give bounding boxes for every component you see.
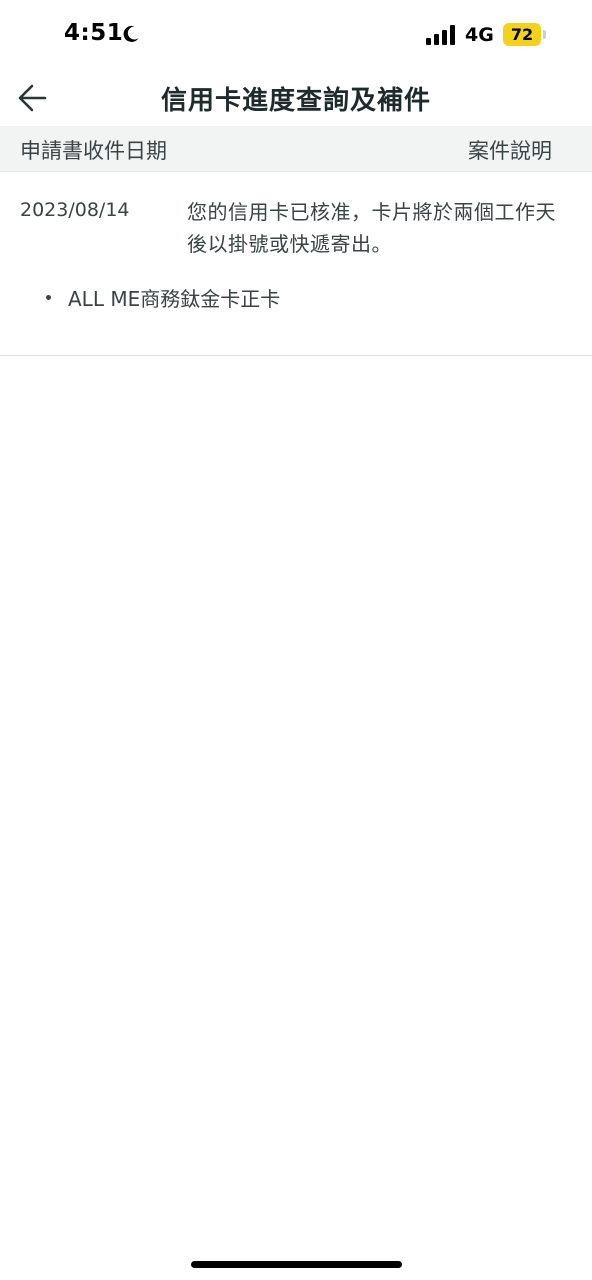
card-list: ALL ME商務鈦金卡正卡 xyxy=(46,283,280,312)
moon-icon xyxy=(123,25,139,42)
battery-tip xyxy=(543,30,546,39)
bullet-icon xyxy=(46,295,51,300)
status-bar: 4:51 4G 72 xyxy=(0,0,592,70)
app-header: 信用卡進度查詢及補件 xyxy=(0,70,592,126)
application-date: 2023/08/14 xyxy=(20,199,130,221)
home-indicator[interactable] xyxy=(191,1261,402,1268)
page-title: 信用卡進度查詢及補件 xyxy=(160,86,431,116)
table-header: 申請書收件日期 案件說明 xyxy=(0,126,592,172)
list-item: ALL ME商務鈦金卡正卡 xyxy=(46,283,280,312)
column-header-date: 申請書收件日期 xyxy=(20,139,167,163)
table-row: 2023/08/14 您的信用卡已核准，卡片將於兩個工作天後以掛號或快遞寄出。 … xyxy=(0,172,592,356)
column-header-description: 案件說明 xyxy=(468,139,552,163)
network-label: 4G xyxy=(465,24,494,46)
card-name: ALL ME商務鈦金卡正卡 xyxy=(68,287,281,311)
signal-icon xyxy=(426,25,455,45)
battery-indicator: 72 xyxy=(503,23,541,46)
status-time: 4:51 xyxy=(64,20,124,46)
battery-level: 72 xyxy=(510,25,534,44)
case-description: 您的信用卡已核准，卡片將於兩個工作天後以掛號或快遞寄出。 xyxy=(187,200,556,256)
